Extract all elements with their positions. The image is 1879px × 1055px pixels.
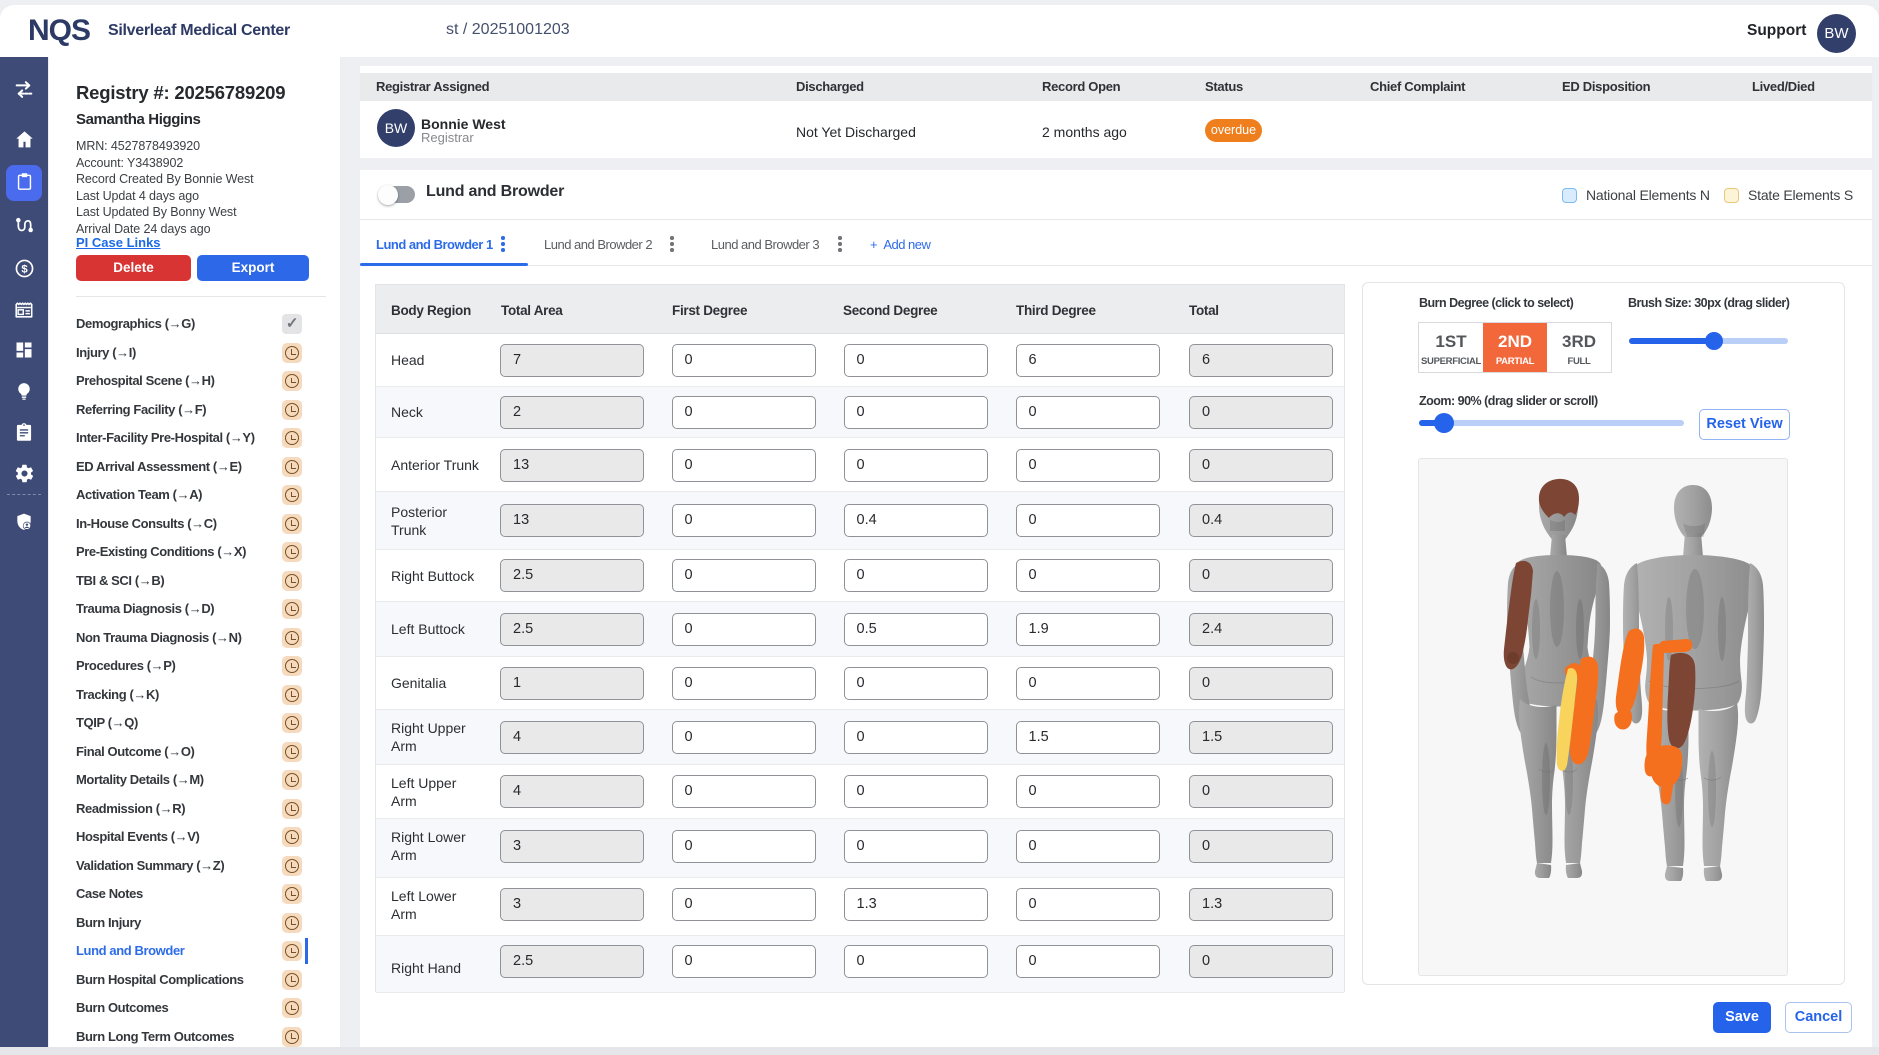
svg-text:$: $ — [21, 264, 28, 276]
